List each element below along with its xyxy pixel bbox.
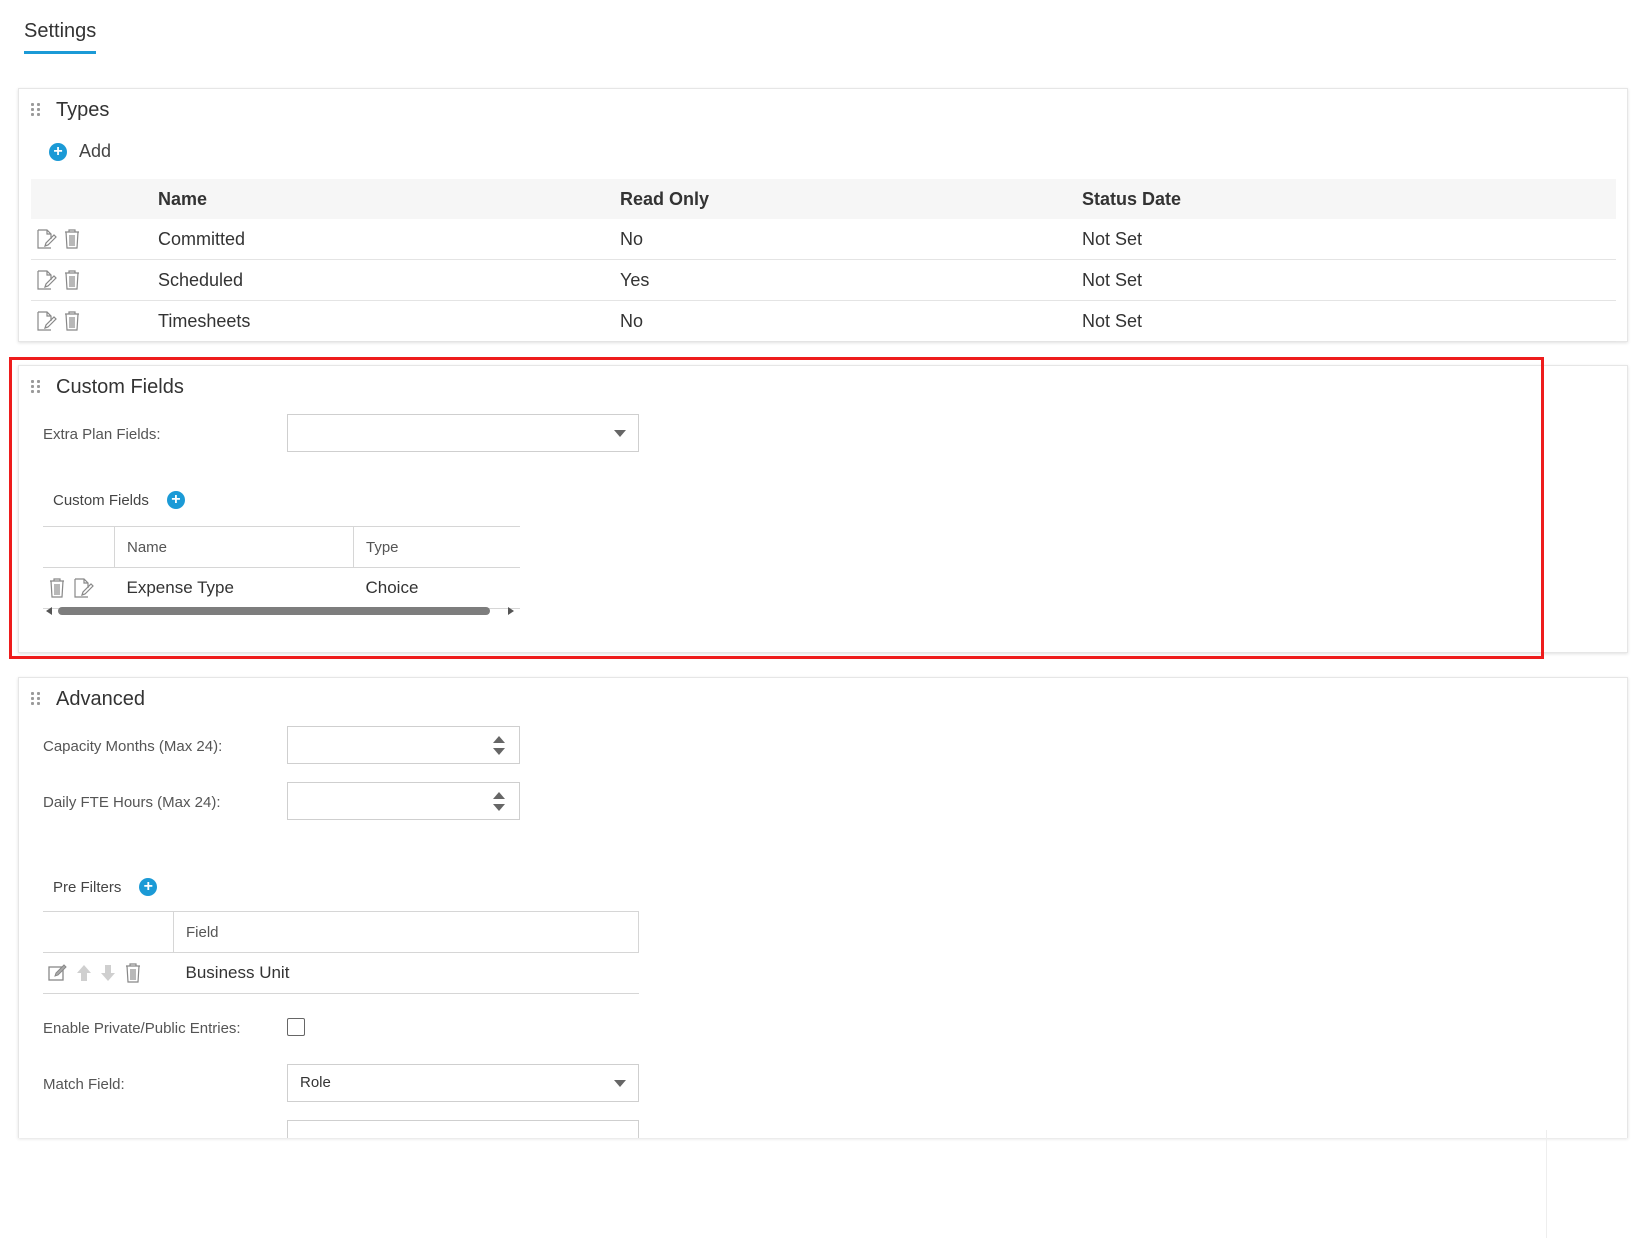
cell-status-date: Not Set [1082, 259, 1616, 301]
caret-down-icon [614, 430, 626, 437]
edit-icon[interactable] [72, 577, 94, 599]
column-header-name[interactable]: Name [114, 526, 354, 568]
edit-icon[interactable] [47, 963, 69, 983]
table-row: Expense Type Choice [43, 567, 520, 609]
row-actions [43, 567, 115, 609]
plus-circle-icon: + [49, 142, 67, 161]
match-field-value: Role [300, 1074, 331, 1091]
daily-fte-hours-input[interactable] [287, 782, 520, 820]
pre-filters-subheading-label: Pre Filters [53, 878, 122, 896]
row-actions [31, 300, 158, 342]
horizontal-scrollbar[interactable] [44, 604, 516, 618]
advanced-panel: Advanced Capacity Months (Max 24): Daily… [18, 677, 1628, 1138]
scroll-left-icon[interactable] [46, 607, 52, 615]
cell-status-date: Not Set [1082, 300, 1616, 342]
scrollbar-thumb[interactable] [58, 607, 490, 615]
pre-filters-header-row: Field [43, 911, 639, 953]
extra-plan-fields-select[interactable] [287, 414, 639, 452]
cell-status-date: Not Set [1082, 219, 1616, 260]
pre-filters-table: Field Business Unit [43, 911, 639, 994]
trash-icon[interactable] [62, 310, 82, 332]
arrow-down-icon[interactable] [98, 963, 118, 983]
drag-handle-icon[interactable] [31, 380, 41, 394]
table-row: Committed No Not Set [31, 219, 1616, 260]
actions-header [43, 911, 174, 953]
edit-icon[interactable] [35, 228, 57, 250]
trash-icon[interactable] [47, 577, 67, 599]
spin-down-icon[interactable] [493, 804, 505, 811]
spin-up-icon[interactable] [493, 792, 505, 799]
row-actions [31, 219, 158, 260]
match-field-label: Match Field: [43, 1076, 125, 1093]
types-table: Name Read Only Status Date Committed No … [31, 179, 1616, 342]
extra-plan-fields-label: Extra Plan Fields: [43, 426, 161, 443]
tab-settings[interactable]: Settings [24, 20, 97, 54]
trash-icon[interactable] [62, 228, 82, 250]
cell-type: Choice [353, 567, 520, 609]
add-pre-filter-button[interactable]: + [139, 878, 158, 896]
cell-name: Committed [158, 219, 620, 260]
row-actions [31, 259, 158, 301]
edit-icon[interactable] [35, 269, 57, 291]
enable-private-public-label: Enable Private/Public Entries: [43, 1020, 241, 1037]
custom-fields-header-row: Name Type [43, 526, 520, 568]
drag-handle-icon[interactable] [31, 692, 41, 706]
match-field-select[interactable]: Role [287, 1064, 639, 1102]
edit-icon[interactable] [35, 310, 57, 332]
panel-edge [1546, 1130, 1547, 1238]
daily-fte-hours-label: Daily FTE Hours (Max 24): [43, 794, 221, 811]
column-header-status-date[interactable]: Status Date [1082, 179, 1616, 219]
caret-down-icon [614, 1080, 626, 1087]
cell-field: Business Unit [173, 952, 639, 994]
add-type-button[interactable]: + Add [49, 141, 111, 162]
cell-read-only: Yes [620, 259, 1082, 301]
arrow-up-icon[interactable] [74, 963, 94, 983]
types-title: Types [56, 99, 110, 121]
actions-header [43, 526, 115, 568]
trash-icon[interactable] [123, 962, 143, 984]
cell-name: Timesheets [158, 300, 620, 342]
table-row: Timesheets No Not Set [31, 300, 1616, 342]
scroll-right-icon[interactable] [508, 607, 514, 615]
custom-fields-subheading: Custom Fields + [53, 491, 185, 509]
add-custom-field-button[interactable]: + [166, 491, 185, 509]
cell-name: Scheduled [158, 259, 620, 301]
trash-icon[interactable] [62, 269, 82, 291]
add-label: Add [79, 141, 112, 161]
types-panel: Types + Add Name Read Only Status Date C… [18, 88, 1628, 342]
cell-read-only: No [620, 300, 1082, 342]
spin-down-icon[interactable] [493, 748, 505, 755]
row-actions [43, 952, 174, 994]
column-header-type[interactable]: Type [353, 526, 520, 568]
actions-header [31, 179, 158, 219]
enable-private-public-checkbox[interactable] [287, 1018, 305, 1036]
cell-name: Expense Type [114, 567, 354, 609]
custom-fields-table: Name Type Expense Type Choice [43, 526, 520, 609]
types-header-row: Name Read Only Status Date [31, 179, 1616, 219]
custom-fields-title: Custom Fields [56, 376, 184, 398]
next-field-select[interactable] [287, 1120, 639, 1138]
custom-fields-subheading-label: Custom Fields [53, 491, 149, 509]
column-header-name[interactable]: Name [158, 179, 620, 219]
capacity-months-input[interactable] [287, 726, 520, 764]
cell-read-only: No [620, 219, 1082, 260]
capacity-months-label: Capacity Months (Max 24): [43, 738, 223, 755]
drag-handle-icon[interactable] [31, 103, 41, 117]
table-row: Business Unit [43, 952, 639, 994]
column-header-field[interactable]: Field [173, 911, 639, 953]
spin-up-icon[interactable] [493, 736, 505, 743]
table-row: Scheduled Yes Not Set [31, 259, 1616, 301]
pre-filters-subheading: Pre Filters + [53, 878, 158, 896]
column-header-read-only[interactable]: Read Only [620, 179, 1082, 219]
advanced-title: Advanced [56, 688, 145, 710]
